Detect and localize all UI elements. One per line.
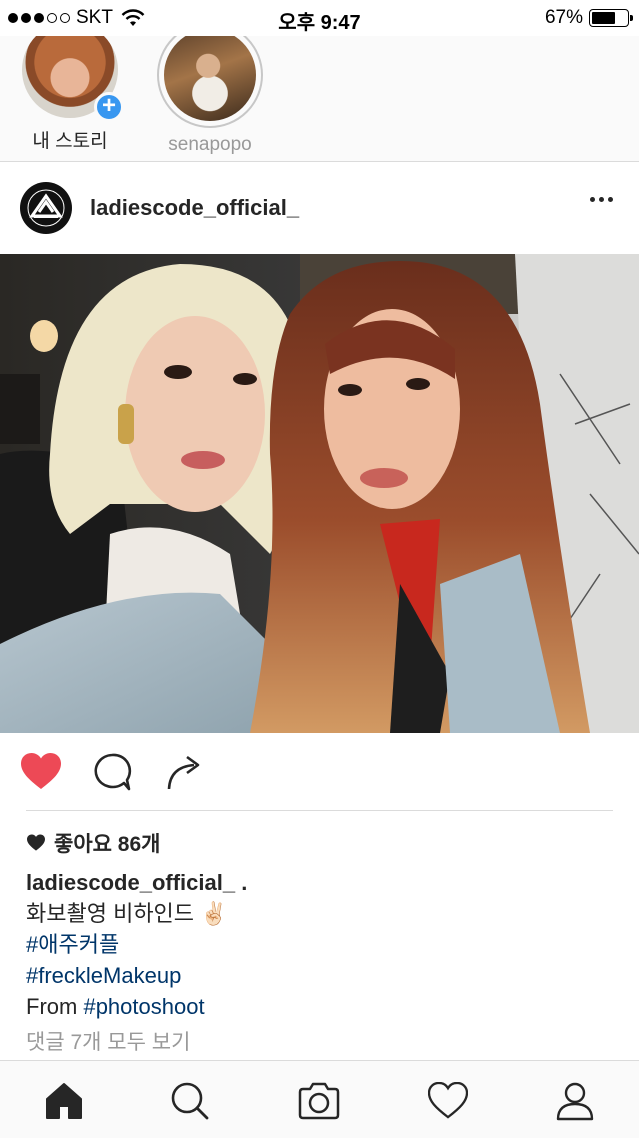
battery-icon [589, 9, 633, 27]
tab-activity[interactable] [426, 1079, 470, 1123]
camera-icon [298, 1082, 340, 1120]
hashtag-link[interactable]: #freckleMakeup [26, 963, 616, 989]
likes-count[interactable]: 좋아요 86개 [26, 828, 616, 858]
status-bar: SKT 오후 9:47 67% [0, 0, 639, 36]
from-prefix: From [26, 994, 84, 1019]
tab-search[interactable] [168, 1079, 212, 1123]
add-story-plus-icon[interactable]: + [94, 92, 124, 122]
profile-avatar[interactable] [20, 182, 72, 234]
story-senapopo[interactable]: senapopo [150, 36, 270, 156]
likes-text: 좋아요 86개 [54, 833, 161, 856]
story-my-story[interactable]: + 내 스토리 [10, 36, 130, 153]
view-all-comments-link[interactable]: 댓글 7개 모두 보기 [26, 1026, 616, 1056]
profile-icon [556, 1082, 594, 1121]
small-heart-icon [27, 834, 45, 851]
post-header: ladiescode_official_ [0, 162, 639, 254]
story-label: 내 스토리 [32, 131, 108, 152]
heart-icon [428, 1082, 468, 1119]
post-photo-image [0, 254, 639, 733]
caption-line: From #photoshoot [26, 994, 616, 1020]
post-photo[interactable] [0, 254, 639, 733]
hashtag-link[interactable]: #애주커플 [26, 932, 616, 958]
post-info: 좋아요 86개 ladiescode_official_ . 화보촬영 비하인드… [26, 828, 616, 1056]
tab-camera[interactable] [297, 1079, 341, 1123]
bottom-tab-bar [0, 1060, 639, 1138]
comment-icon[interactable] [92, 752, 132, 792]
story-label: senapopo [168, 134, 252, 155]
divider [26, 810, 613, 811]
caption-username[interactable]: ladiescode_official_ . [26, 870, 616, 896]
post-actions [0, 740, 639, 806]
story-avatar-ring[interactable] [157, 36, 263, 128]
battery-percent: 67% [544, 7, 583, 28]
hashtag-link[interactable]: #photoshoot [83, 994, 204, 1019]
story-avatar[interactable]: + [22, 36, 124, 122]
stories-tray[interactable]: + 내 스토리 senapopo [0, 36, 639, 162]
ladies-code-logo-icon [27, 189, 65, 227]
status-right: 67% [544, 7, 633, 29]
post-username[interactable]: ladiescode_official_ [90, 195, 299, 221]
tab-home[interactable] [42, 1079, 86, 1123]
share-icon[interactable] [164, 752, 204, 792]
home-icon [46, 1083, 82, 1119]
caption-line: 화보촬영 비하인드 ✌🏻 [26, 901, 228, 926]
search-icon [171, 1082, 209, 1120]
tab-profile[interactable] [553, 1079, 597, 1123]
like-heart-icon[interactable] [20, 752, 62, 792]
status-time: 오후 9:47 [278, 12, 361, 34]
more-options-icon[interactable] [590, 197, 613, 202]
